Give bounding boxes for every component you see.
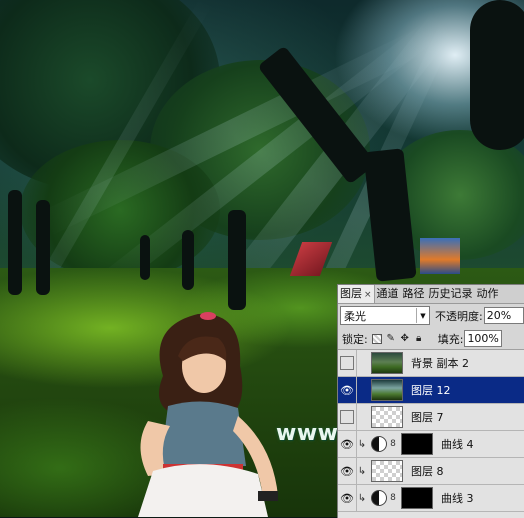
clip-arrow-icon: ↳ [357,438,367,450]
tab-label: 图层 [340,287,362,300]
lock-label: 锁定: [342,332,368,346]
eye-icon[interactable]: 👁︎ [338,458,357,484]
tab-history[interactable]: 历史记录 [427,285,475,303]
layer-thumbnail [371,460,403,482]
layer-name: 图层 8 [411,465,444,478]
layer-row-selected[interactable]: 👁︎ 图层 12 [338,377,524,404]
girl-figure [138,312,278,517]
tree-trunk [8,190,22,295]
lock-fill-row: 锁定: ✎ ✥ 🔒︎ 填充: 100% [338,328,524,350]
blend-mode-select[interactable]: 柔光 ▼ [340,306,430,325]
layer-row[interactable]: 背景 副本 2 [338,350,524,377]
tree-trunk [470,0,524,150]
playground-structure [420,238,460,274]
opacity-input[interactable]: 20% [483,307,524,324]
layer-thumbnail [371,352,403,374]
hidden-eye-box[interactable] [340,410,354,424]
tree-trunk [182,230,194,290]
layer-thumbnail [371,379,403,401]
tab-actions[interactable]: 动作 [475,285,501,303]
chevron-down-icon[interactable]: ▼ [416,308,429,323]
blend-opacity-row: 柔光 ▼ 不透明度: 20% [338,304,524,327]
layer-name: 图层 12 [411,384,451,397]
visibility-toggle[interactable] [338,404,357,430]
link-icon[interactable]: 8 [389,493,397,503]
opacity-label: 不透明度: [435,309,483,323]
tree-trunk [36,200,50,295]
blend-mode-value: 柔光 [344,309,366,323]
layer-row[interactable]: 👁︎ ↳ 8 曲线 4 [338,431,524,458]
visibility-toggle[interactable] [338,350,357,376]
layer-thumbnail [371,406,403,428]
hidden-eye-box[interactable] [340,356,354,370]
layer-row[interactable]: 👁︎ ↳ 8 曲线 3 [338,485,524,512]
lock-move-icon[interactable]: ✥ [400,333,410,344]
layer-mask-thumbnail [401,433,433,455]
panel-tabs: 图层 × 通道 路径 历史记录 动作 [338,285,524,304]
layer-name: 背景 副本 2 [411,357,469,370]
tab-paths[interactable]: 路径 [401,285,427,303]
layer-mask-thumbnail [401,487,433,509]
eye-icon[interactable]: 👁︎ [338,485,357,511]
fill-input[interactable]: 100% [464,330,503,347]
layers-panel: 图层 × 通道 路径 历史记录 动作 柔光 ▼ 不透明度: 20% 锁定: ✎ ✥… [337,284,524,518]
lock-all-icon[interactable]: 🔒︎ [414,333,424,344]
fill-label: 填充: [437,332,464,346]
tree-trunk [140,235,150,280]
close-icon[interactable]: × [364,290,372,300]
layer-name: 曲线 3 [441,492,474,505]
tree-trunk [228,210,246,310]
clip-arrow-icon: ↳ [357,465,367,477]
lock-paint-icon[interactable]: ✎ [386,333,396,344]
eye-icon[interactable]: 👁︎ [338,431,357,457]
link-icon[interactable]: 8 [389,439,397,449]
layers-list: 背景 副本 2 👁︎ 图层 12 图层 7 👁︎ ↳ 8 曲线 4 👁︎ ↳ 图… [338,350,524,518]
eye-icon[interactable]: 👁︎ [338,377,357,403]
tab-channels[interactable]: 通道 [375,285,401,303]
lock-transparency-icon[interactable] [371,333,382,344]
clip-arrow-icon: ↳ [357,492,367,504]
layer-name: 图层 7 [411,411,444,424]
lock-icons: ✎ ✥ 🔒︎ [371,333,424,344]
layer-name: 曲线 4 [441,438,474,451]
layer-row[interactable]: 图层 7 [338,404,524,431]
tab-layers[interactable]: 图层 × [338,285,375,303]
adjustment-layer-icon [371,490,387,506]
adjustment-layer-icon [371,436,387,452]
layer-row[interactable]: 👁︎ ↳ 图层 8 [338,458,524,485]
